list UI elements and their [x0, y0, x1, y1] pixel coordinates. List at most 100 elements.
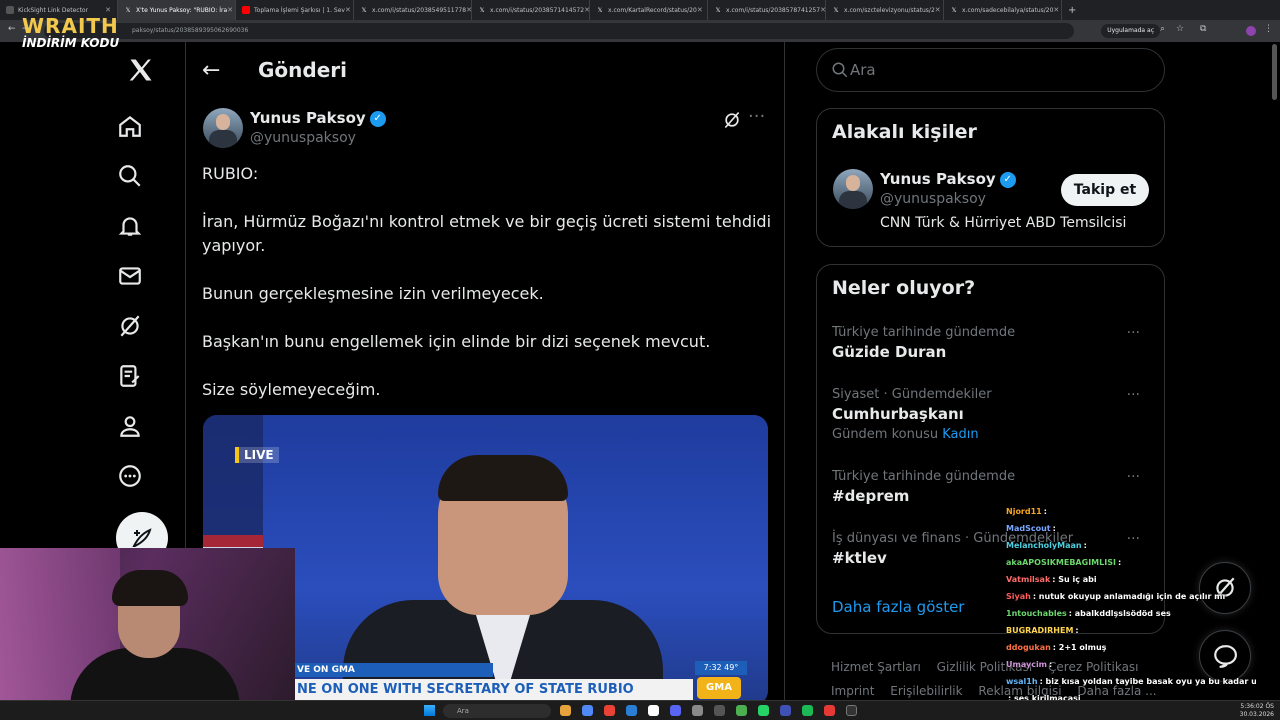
trend-item[interactable]: Türkiye tarihinde gündemde Güzide Duran …	[832, 325, 1150, 361]
app-icon[interactable]	[582, 705, 593, 716]
chat-text: : biz kısa yoldan tayibe basak oyu ya bu…	[1039, 677, 1256, 686]
tab-label: x.com/i/status/2038549511778	[372, 6, 467, 14]
chat-message: BUGRADIRHEM:	[1006, 622, 1256, 639]
close-tab-icon[interactable]: ✕	[345, 6, 351, 14]
close-tab-icon[interactable]: ✕	[1053, 6, 1059, 14]
browser-tab[interactable]: 𝕏x.com/sadecebilalya/status/20 ✕	[944, 0, 1062, 20]
tweet-text-line: Size söylemeyeceğim.	[202, 380, 381, 399]
chat-text: :	[1117, 558, 1122, 567]
bookmark-star-icon[interactable]: ☆	[1176, 24, 1184, 34]
browser-tab[interactable]: 𝕏x.com/szctelevizyonu/status/2 ✕	[826, 0, 944, 20]
chat-message: ddogukan: 2+1 olmuş	[1006, 639, 1256, 656]
close-tab-icon[interactable]: ✕	[697, 6, 703, 14]
browser-tab[interactable]: 𝕏x.com/i/status/2038571414572 ✕	[472, 0, 590, 20]
chat-text: : Su iç abi	[1052, 575, 1097, 584]
system-clock[interactable]: 5:36:02 ÖS 30.03.2026	[1240, 703, 1274, 719]
show-more-link[interactable]: Daha fazla göster	[832, 598, 964, 616]
grok-explain-button[interactable]	[722, 110, 742, 134]
live-badge: LIVE	[235, 447, 279, 463]
app-icon[interactable]	[692, 705, 703, 716]
profile-icon[interactable]	[1246, 26, 1256, 36]
tab-label: x.com/szctelevizyonu/status/2	[844, 6, 935, 14]
whatsapp-icon[interactable]	[758, 705, 769, 716]
chat-message: Vatmilsak: Su iç abi	[1006, 571, 1256, 588]
related-handle[interactable]: @yunuspaksoy	[880, 191, 986, 207]
open-in-app-button[interactable]: Uygulamada aç	[1101, 24, 1160, 38]
new-tab-icon[interactable]: +	[1068, 5, 1076, 16]
edge-icon[interactable]	[626, 705, 637, 716]
search-input[interactable]: Ara	[816, 48, 1165, 92]
tab-label: KickSight Link Detector	[18, 6, 89, 14]
footer-link[interactable]: Erişilebilirlik	[890, 684, 962, 698]
nav-explore[interactable]	[100, 156, 160, 196]
menu-icon[interactable]: ⋮	[1264, 24, 1273, 34]
obs-icon[interactable]	[846, 705, 857, 716]
app-icon[interactable]	[648, 705, 659, 716]
more-options-icon[interactable]: ···	[1127, 469, 1140, 485]
trend-item[interactable]: Türkiye tarihinde gündemde #deprem ···	[832, 469, 1150, 505]
file-explorer-icon[interactable]	[560, 705, 571, 716]
discord-icon[interactable]	[670, 705, 681, 716]
nav-lists[interactable]	[100, 356, 160, 396]
chat-message: Njord11:	[1006, 503, 1256, 520]
tab-label: Toplama İşlemi Şarkısı | 1. Sev	[254, 6, 345, 14]
footer-link[interactable]: Hizmet Şartları	[831, 660, 921, 674]
trend-name: Güzide Duran	[832, 343, 947, 361]
nav-profile[interactable]	[100, 406, 160, 446]
more-options-icon[interactable]: ···	[748, 106, 765, 127]
author-name[interactable]: Yunus Paksoy ✓	[250, 109, 386, 127]
more-options-icon[interactable]: ···	[1127, 387, 1140, 403]
author-handle[interactable]: @yunuspaksoy	[250, 130, 356, 146]
grok-icon	[724, 111, 740, 129]
follow-button[interactable]: Takip et	[1061, 174, 1149, 206]
chat-message: Siyah: nutuk okuyup anlamadığı için de a…	[1006, 588, 1256, 605]
broadcast-clock: 7:32 49°	[695, 661, 747, 675]
chat-username: ddogukan	[1006, 643, 1051, 652]
extensions-icon[interactable]: ⧉	[1200, 24, 1206, 34]
nav-notifications[interactable]	[100, 206, 160, 246]
nav-more[interactable]	[100, 456, 160, 496]
back-arrow-icon[interactable]: ←	[202, 58, 220, 83]
close-tab-icon[interactable]: ✕	[227, 6, 233, 14]
stream-brand-overlay: WRAITH İNDİRİM KODU	[22, 14, 132, 70]
zoom-icon[interactable]: ⌕	[1160, 24, 1165, 34]
browser-tab[interactable]: Toplama İşlemi Şarkısı | 1. Sev ✕	[236, 0, 354, 20]
browser-tab[interactable]: 𝕏x.com/KartalRecord/status/20 ✕	[590, 0, 708, 20]
browser-tab[interactable]: 𝕏x.com/i/status/2038549511778 ✕	[354, 0, 472, 20]
browser-tab-active[interactable]: 𝕏 X'te Yunus Paksoy: "RUBIO: İra ✕	[118, 0, 236, 20]
trend-topic: Gündem konusu Kadın	[832, 427, 1150, 442]
browser-tab[interactable]: 𝕏x.com/i/status/2038578741257 ✕	[708, 0, 826, 20]
chat-text: : abalkddlşslsödöd ses	[1068, 609, 1171, 618]
related-avatar[interactable]	[833, 169, 873, 209]
chrome-icon[interactable]	[604, 705, 615, 716]
grok-icon	[120, 315, 140, 337]
trend-item[interactable]: Siyaset · Gündemdekiler Cumhurbaşkanı Gü…	[832, 387, 1150, 442]
trend-topic-link[interactable]: Kadın	[942, 427, 978, 442]
x-logo-icon: 𝕏	[125, 6, 131, 14]
nav-grok[interactable]	[100, 306, 160, 346]
x-logo-icon: 𝕏	[361, 6, 367, 14]
nav-messages[interactable]	[100, 256, 160, 296]
app-icon[interactable]	[736, 705, 747, 716]
close-tab-icon[interactable]: ✕	[935, 6, 941, 14]
page-scrollbar[interactable]	[1272, 44, 1277, 100]
brand-title: WRAITH	[22, 14, 119, 38]
author-avatar[interactable]	[203, 108, 243, 148]
app-icon[interactable]	[714, 705, 725, 716]
app-icon[interactable]	[824, 705, 835, 716]
windows-start-icon[interactable]	[424, 705, 435, 716]
mail-icon	[119, 267, 141, 285]
close-tab-icon[interactable]: ✕	[105, 6, 111, 14]
chat-text: :	[1043, 507, 1047, 516]
back-nav-icon[interactable]: ←	[8, 24, 16, 34]
related-name[interactable]: Yunus Paksoy ✓	[880, 170, 1016, 188]
footer-link[interactable]: Imprint	[831, 684, 874, 698]
app-icon[interactable]	[780, 705, 791, 716]
spotify-icon[interactable]	[802, 705, 813, 716]
more-options-icon[interactable]: ···	[1127, 325, 1140, 341]
nav-home[interactable]	[100, 106, 160, 146]
taskbar-search[interactable]: Ara	[443, 704, 551, 718]
url-field[interactable]: paksoy/status/2038589395062690036	[44, 23, 1074, 39]
x-logo-icon[interactable]	[127, 56, 155, 88]
chat-username: Siyah	[1006, 592, 1031, 601]
